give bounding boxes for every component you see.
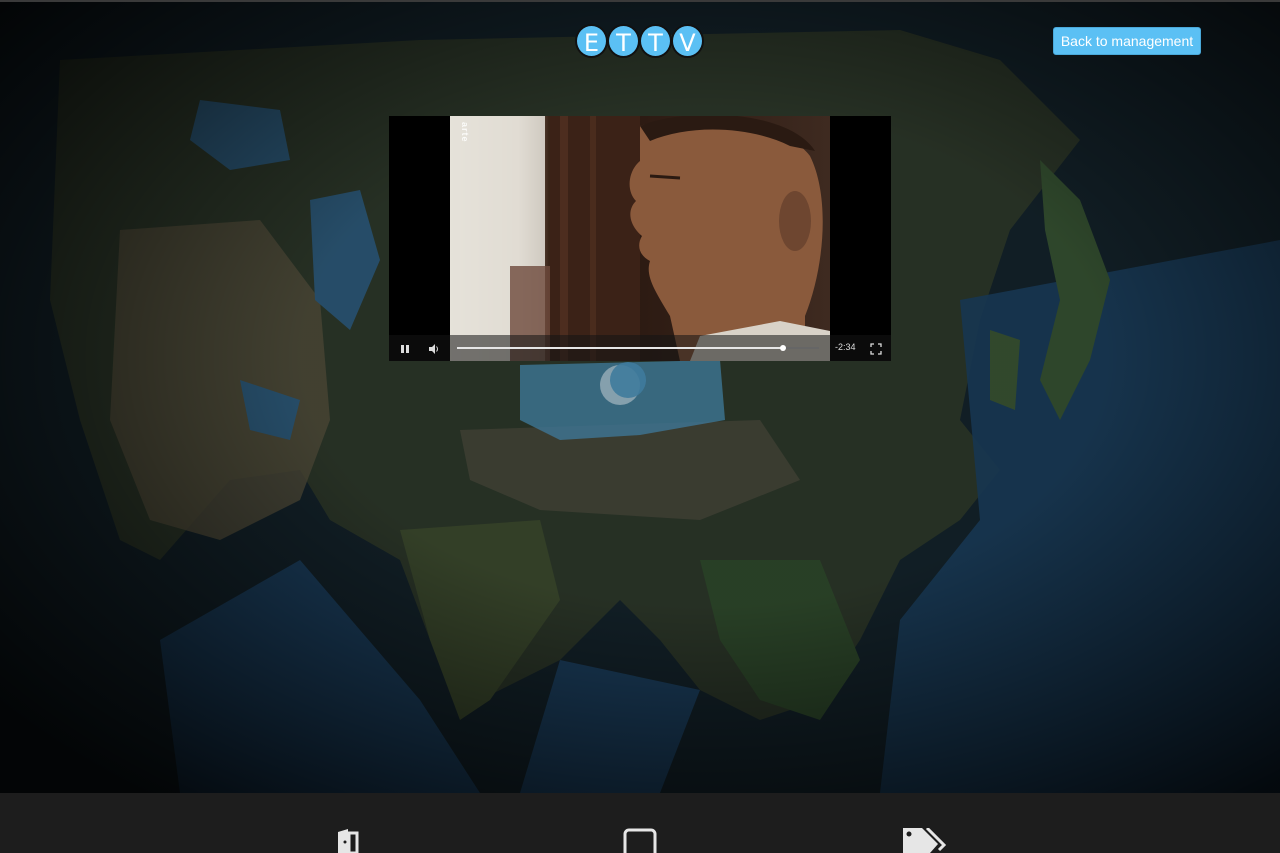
time-remaining: -2:34 [835, 342, 856, 352]
pause-icon[interactable] [399, 342, 411, 354]
top-border [0, 0, 1280, 2]
volume-icon[interactable] [428, 342, 440, 354]
channel-watermark: arte [460, 122, 470, 143]
video-frame: arte [450, 116, 830, 361]
fullscreen-icon[interactable] [870, 342, 882, 355]
tablet-icon[interactable] [616, 828, 664, 853]
ettv-logo: E T T V [575, 24, 704, 58]
progress-fill [457, 347, 783, 349]
back-to-management-button[interactable]: Back to management [1053, 27, 1201, 55]
logo-letter: T [607, 24, 640, 58]
bottom-toolbar [0, 793, 1280, 853]
logo-letter: V [671, 24, 704, 58]
video-progress-bar[interactable] [457, 345, 819, 351]
video-player[interactable]: arte -2:34 [389, 116, 891, 361]
door-exit-icon[interactable] [330, 828, 378, 853]
video-controls: -2:34 [389, 335, 891, 361]
progress-knob[interactable] [779, 345, 786, 351]
tags-icon[interactable] [900, 828, 948, 853]
logo-letter: E [575, 24, 608, 58]
logo-letter: T [639, 24, 672, 58]
